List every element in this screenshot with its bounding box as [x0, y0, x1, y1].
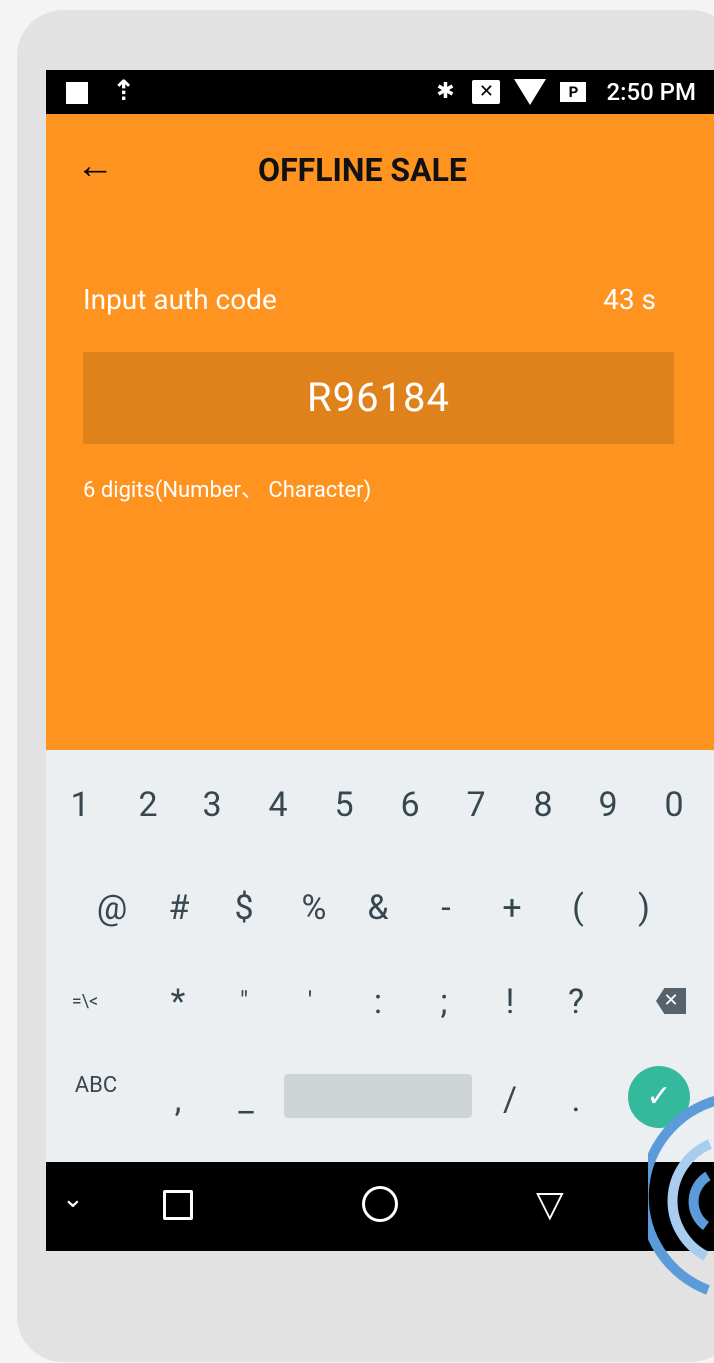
key-open-paren[interactable]: (: [558, 868, 598, 948]
bluetooth-icon: ✱: [436, 79, 455, 104]
back-nav-icon[interactable]: ▽: [536, 1184, 564, 1224]
status-bar: ⇡ ✱ ✕ P 2:50 PM: [46, 70, 714, 114]
key-comma[interactable]: ,: [158, 1060, 198, 1140]
key-5[interactable]: 5: [324, 765, 364, 845]
no-sim-icon: ✕: [472, 80, 501, 104]
key-4[interactable]: 4: [258, 765, 298, 845]
page-title: OFFLINE SALE: [258, 151, 467, 189]
wifi-icon: [514, 79, 547, 105]
key-7[interactable]: 7: [456, 765, 496, 845]
keyboard-row-digits: 1 2 3 4 5 6 7 8 9 0: [46, 765, 714, 845]
auth-code-input[interactable]: R96184: [83, 352, 674, 444]
key-more-symbols[interactable]: =\<: [60, 962, 110, 1042]
key-underscore[interactable]: _: [226, 1060, 266, 1140]
keyboard-row-symbols-1: @ # $ % & - + ( ): [46, 868, 714, 948]
key-6[interactable]: 6: [390, 765, 430, 845]
upload-icon: ⇡: [112, 74, 136, 107]
keyboard-row-symbols-2: =\< * " ' : ; ! ? ✕: [46, 962, 714, 1042]
key-question[interactable]: ?: [556, 962, 596, 1042]
navigation-bar: ⌄ ▽: [46, 1162, 714, 1251]
auth-code-label: Input auth code: [83, 283, 277, 316]
key-asterisk[interactable]: *: [158, 962, 198, 1042]
auth-code-hint: 6 digits(Number、 Character): [83, 478, 372, 503]
key-percent[interactable]: %: [292, 868, 336, 948]
battery-icon: P: [560, 82, 587, 102]
key-9[interactable]: 9: [588, 765, 628, 845]
key-plus[interactable]: +: [492, 868, 532, 948]
back-arrow-icon[interactable]: ←: [76, 146, 114, 186]
key-3[interactable]: 3: [192, 765, 232, 845]
recent-apps-icon[interactable]: [163, 1190, 193, 1220]
key-8[interactable]: 8: [523, 765, 563, 845]
key-exclamation[interactable]: !: [490, 962, 530, 1042]
app-bar: ← OFFLINE SALE: [46, 114, 714, 224]
key-1[interactable]: 1: [60, 765, 100, 845]
key-2[interactable]: 2: [128, 765, 168, 845]
key-ampersand[interactable]: &: [358, 868, 398, 948]
key-0[interactable]: 0: [654, 765, 694, 845]
key-abc[interactable]: ABC: [58, 1046, 134, 1126]
key-colon[interactable]: :: [358, 962, 398, 1042]
contactless-icon: [648, 1095, 714, 1295]
key-period[interactable]: .: [556, 1060, 596, 1140]
key-double-quote[interactable]: ": [224, 962, 264, 1042]
notification-square-icon: [66, 82, 88, 104]
keyboard-row-bottom: ABC , _ / . ✓: [46, 1060, 714, 1140]
symbol-keyboard: 1 2 3 4 5 6 7 8 9 0 @ # $ % & - + ( ) =\…: [46, 750, 714, 1162]
home-icon[interactable]: [362, 1186, 398, 1222]
status-time: 2:50 PM: [606, 78, 696, 106]
key-hash[interactable]: #: [159, 868, 199, 948]
key-at[interactable]: @: [90, 868, 134, 948]
key-single-quote[interactable]: ': [290, 962, 330, 1042]
phone-screen: ⇡ ✱ ✕ P 2:50 PM ← OFFLINE SALE Input aut…: [46, 70, 714, 1251]
key-semicolon[interactable]: ;: [424, 962, 464, 1042]
backspace-key[interactable]: ✕: [656, 988, 686, 1014]
hide-keyboard-icon[interactable]: ⌄: [62, 1184, 84, 1214]
key-dollar[interactable]: $: [224, 868, 264, 948]
countdown-timer: 43 s: [603, 283, 656, 316]
key-slash[interactable]: /: [490, 1060, 530, 1140]
key-minus[interactable]: -: [426, 868, 466, 948]
key-close-paren[interactable]: ): [624, 868, 664, 948]
space-key[interactable]: [284, 1074, 472, 1118]
